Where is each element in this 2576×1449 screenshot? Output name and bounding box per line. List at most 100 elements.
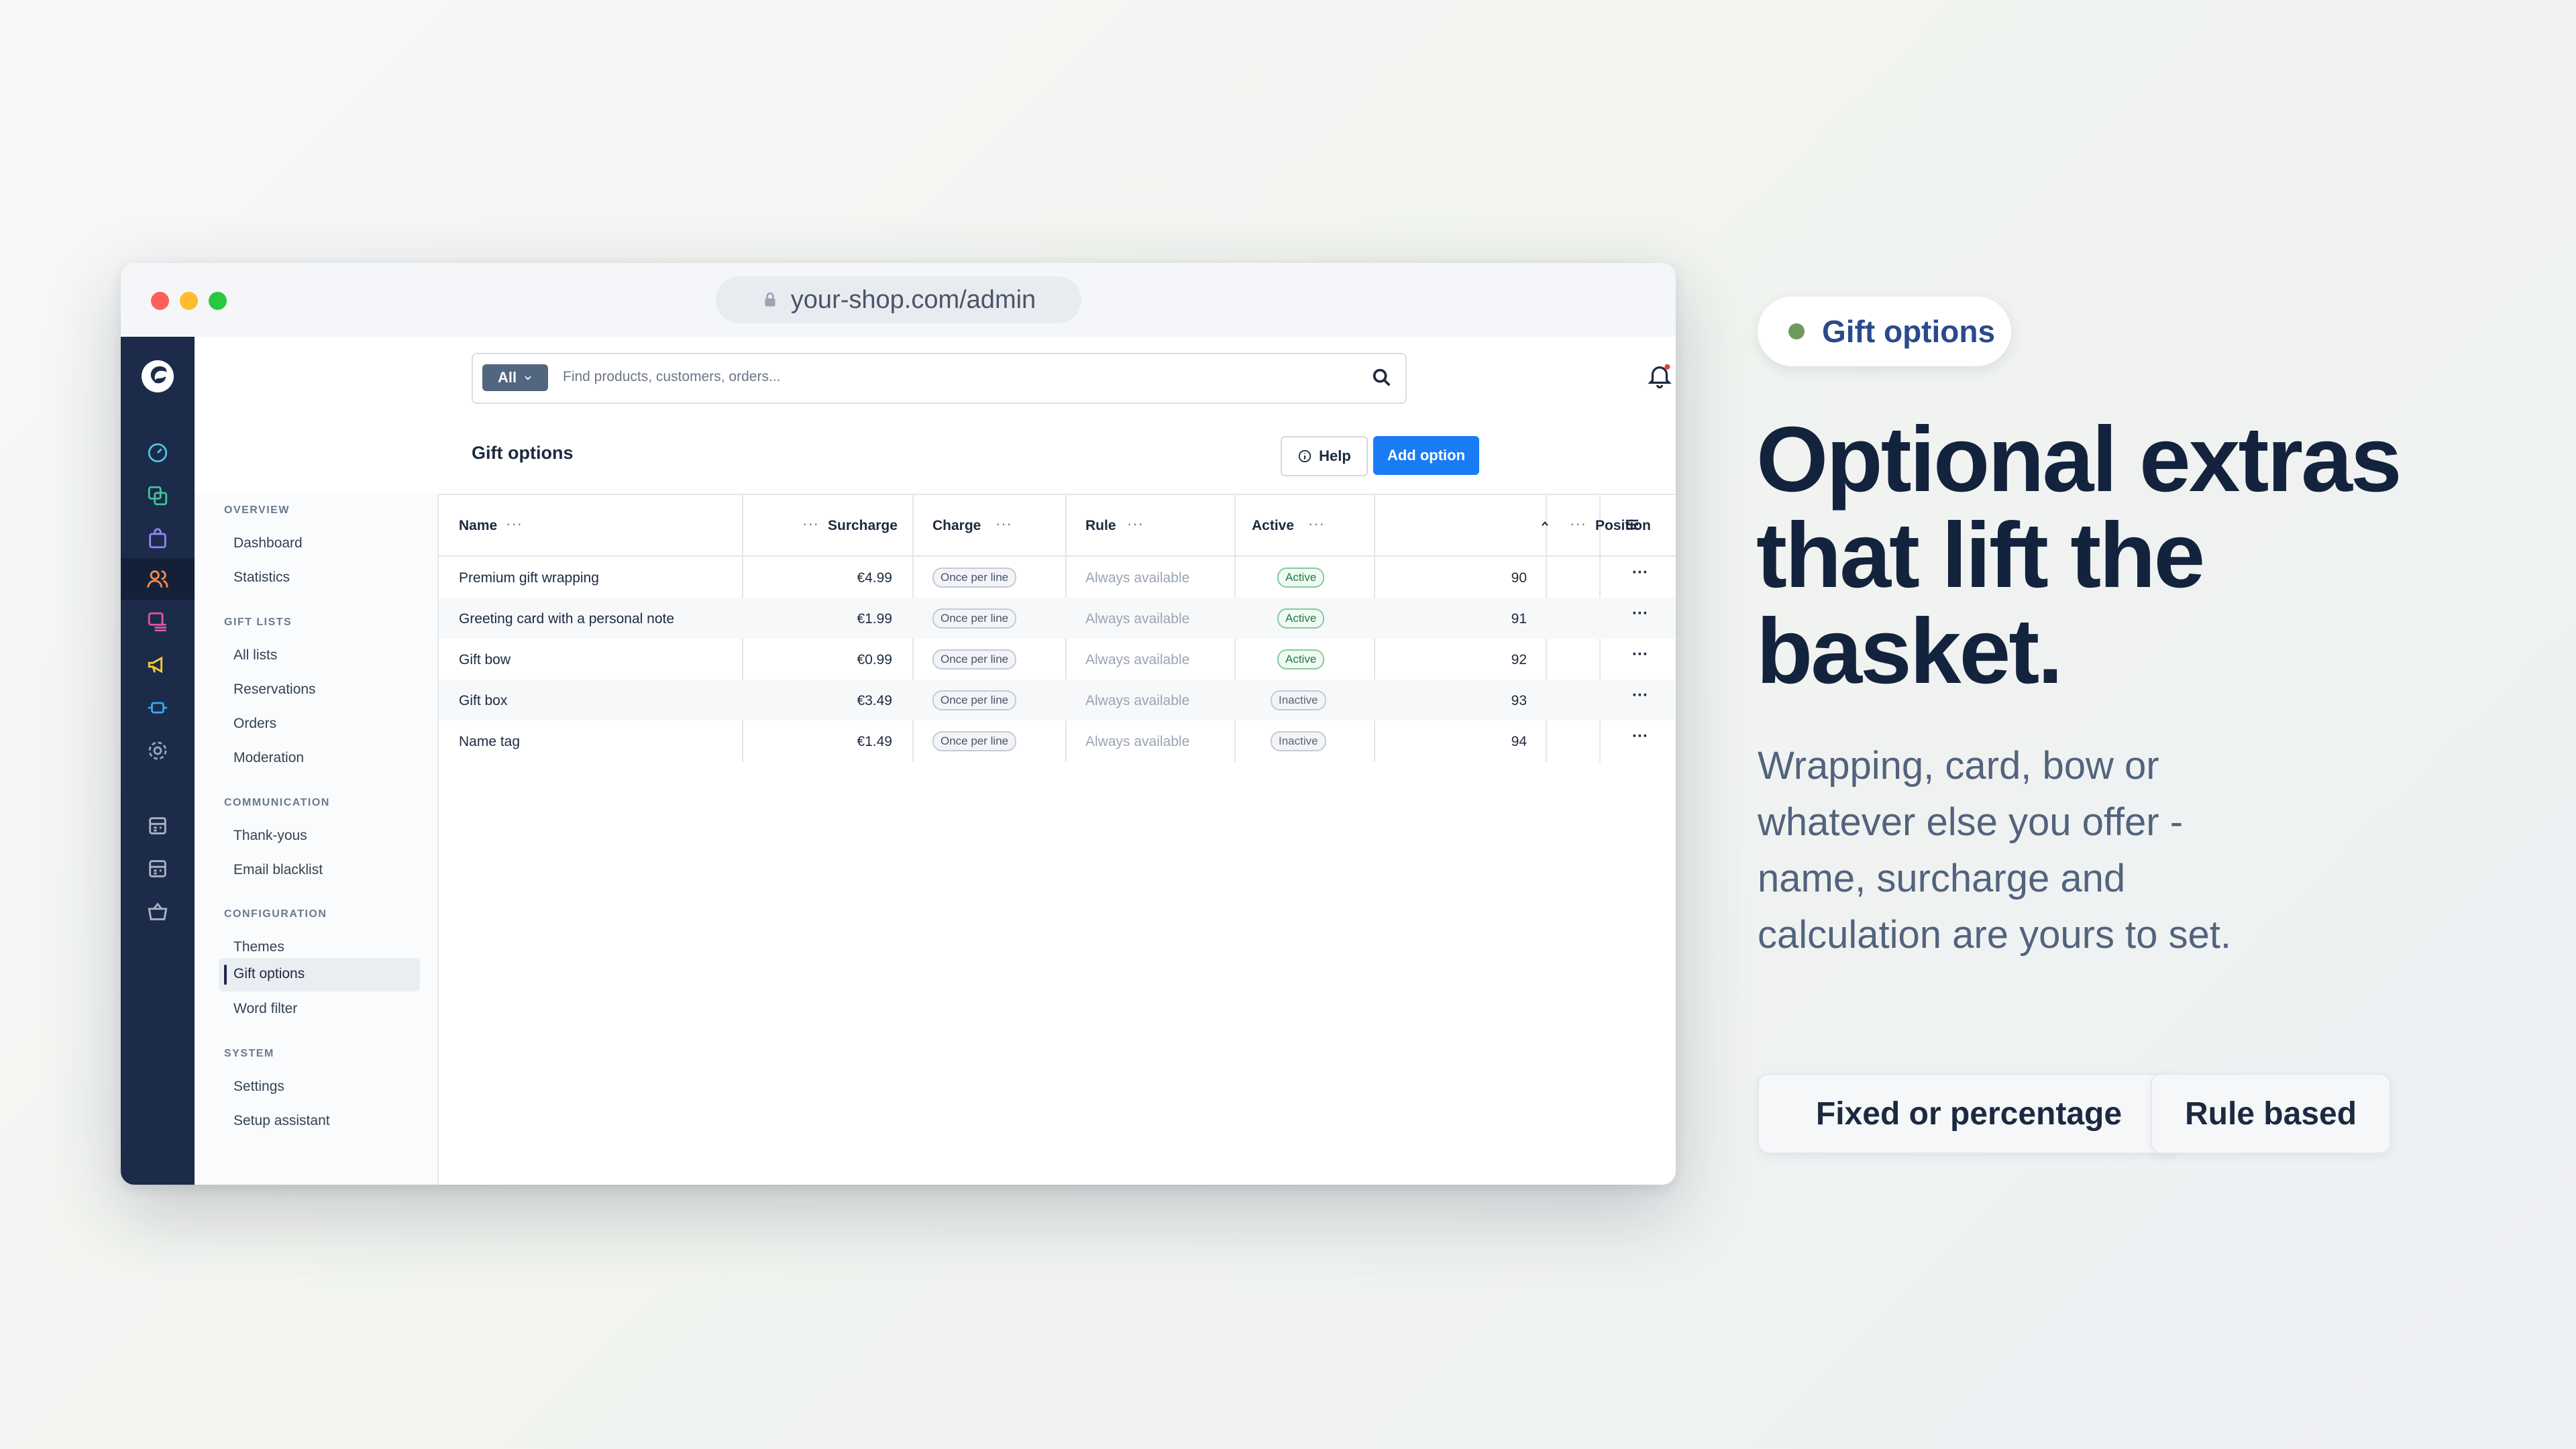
option-name[interactable]: Gift box bbox=[459, 693, 507, 709]
search-scope-select[interactable]: All bbox=[482, 364, 548, 391]
subnav-item-statistics[interactable]: Statistics bbox=[233, 570, 290, 586]
charge-badge: Once per line bbox=[932, 690, 1017, 710]
row-actions-icon[interactable]: ··· bbox=[1632, 564, 1648, 582]
subnav-item-gift-options[interactable]: Gift options bbox=[233, 966, 305, 982]
column-settings-list-icon bbox=[1626, 519, 1638, 530]
column-header-surcharge[interactable]: Surcharge bbox=[828, 518, 898, 534]
lede-text: Wrapping, card, bow or whatever else you… bbox=[1758, 744, 2232, 957]
headline-line: Optional extras bbox=[1756, 408, 2402, 511]
address-bar[interactable]: your-shop.com/admin bbox=[716, 276, 1081, 323]
sales-channel-store-icon[interactable] bbox=[146, 814, 169, 837]
row-actions-icon[interactable]: ··· bbox=[1632, 604, 1648, 623]
table-row[interactable]: Gift box €3.49 Once per line Always avai… bbox=[439, 680, 1676, 720]
column-menu-icon[interactable]: ··· bbox=[1127, 515, 1144, 533]
subnav-item-all-lists[interactable]: All lists bbox=[233, 647, 277, 663]
subnav-section-title: OVERVIEW bbox=[224, 504, 290, 516]
option-surcharge: €3.49 bbox=[857, 693, 892, 708]
subnav-section-title: GIFT LISTS bbox=[224, 616, 292, 628]
dashboard-gauge-icon[interactable] bbox=[146, 441, 169, 464]
subnav-active-indicator bbox=[224, 965, 227, 985]
sales-channel-store-icon-2[interactable] bbox=[146, 857, 169, 880]
row-actions-icon[interactable]: ··· bbox=[1632, 727, 1648, 746]
badge-dot bbox=[1788, 323, 1805, 339]
column-menu-icon[interactable]: ··· bbox=[996, 515, 1012, 533]
table-row[interactable]: Greeting card with a personal note €1.99… bbox=[439, 598, 1676, 639]
gift-options-table: Name ··· ··· Surcharge Charge ··· Rule ·… bbox=[439, 494, 1676, 1185]
sort-ascending-icon[interactable] bbox=[1540, 519, 1550, 529]
global-search: All bbox=[472, 353, 1407, 404]
orders-bag-icon[interactable] bbox=[146, 527, 169, 550]
feature-badge: Gift options bbox=[1758, 297, 2011, 366]
subnav-item-word-filter[interactable]: Word filter bbox=[233, 1001, 297, 1017]
subnav-section-title: SYSTEM bbox=[224, 1048, 274, 1059]
column-menu-icon[interactable]: ··· bbox=[506, 515, 523, 533]
main-nav-rail bbox=[121, 337, 195, 1185]
option-surcharge: €1.49 bbox=[857, 734, 892, 749]
option-position: 90 bbox=[1511, 570, 1527, 586]
status-badge: Active bbox=[1277, 649, 1325, 669]
option-name[interactable]: Premium gift wrapping bbox=[459, 570, 599, 586]
add-option-button[interactable]: Add option bbox=[1373, 436, 1479, 475]
notification-bell-icon[interactable] bbox=[1646, 362, 1674, 390]
subnav-item-orders[interactable]: Orders bbox=[233, 716, 276, 732]
column-header-position[interactable]: Position bbox=[1595, 518, 1651, 534]
subnav-item-thank-yous[interactable]: Thank-yous bbox=[233, 828, 307, 844]
settings-gear-icon[interactable] bbox=[146, 739, 169, 762]
lock-icon bbox=[765, 292, 775, 307]
search-input[interactable] bbox=[563, 369, 1334, 385]
charge-badge: Once per line bbox=[932, 608, 1017, 629]
subnav-item-dashboard[interactable]: Dashboard bbox=[233, 535, 303, 551]
customers-users-icon[interactable] bbox=[146, 568, 169, 590]
row-actions-icon[interactable]: ··· bbox=[1632, 686, 1648, 705]
table-row[interactable]: Name tag €1.49 Once per line Always avai… bbox=[439, 720, 1676, 761]
column-menu-icon[interactable]: ··· bbox=[802, 515, 819, 533]
extensions-plug-icon[interactable] bbox=[146, 696, 169, 719]
rule-text: Always available bbox=[1085, 652, 1190, 667]
column-menu-icon[interactable]: ··· bbox=[1570, 515, 1587, 533]
option-name[interactable]: Gift bow bbox=[459, 652, 511, 668]
column-header-rule[interactable]: Rule bbox=[1085, 518, 1116, 534]
option-position: 94 bbox=[1511, 734, 1527, 749]
shop-logo-icon[interactable] bbox=[140, 358, 176, 394]
subnav-item-setup-assistant[interactable]: Setup assistant bbox=[233, 1113, 330, 1129]
headline-line: basket. bbox=[1756, 600, 2063, 703]
subnav-item-moderation[interactable]: Moderation bbox=[233, 750, 304, 766]
option-position: 91 bbox=[1511, 611, 1527, 627]
admin-topbar: All bbox=[195, 337, 1676, 416]
subnav-item-email-blacklist[interactable]: Email blacklist bbox=[233, 862, 323, 878]
maximize-window-button[interactable] bbox=[209, 292, 227, 310]
content-list-icon[interactable] bbox=[146, 610, 169, 633]
help-button[interactable]: Help bbox=[1281, 436, 1368, 476]
minimize-window-button[interactable] bbox=[180, 292, 198, 310]
help-button-label: Help bbox=[1319, 447, 1351, 464]
sales-channel-basket-icon[interactable] bbox=[146, 900, 169, 923]
headline-line: that lift the bbox=[1756, 504, 2205, 607]
option-position: 93 bbox=[1511, 693, 1527, 708]
close-window-button[interactable] bbox=[151, 292, 169, 310]
column-header-name[interactable]: Name bbox=[459, 518, 497, 534]
rule-text: Always available bbox=[1085, 611, 1190, 627]
subnav-item-reservations[interactable]: Reservations bbox=[233, 682, 316, 698]
column-header-charge[interactable]: Charge bbox=[932, 518, 981, 534]
browser-window: your-shop.com/admin All Find products, c… bbox=[121, 263, 1676, 1185]
table-row[interactable]: Gift bow €0.99 Once per line Always avai… bbox=[439, 639, 1676, 680]
subnav-item-themes[interactable]: Themes bbox=[233, 939, 284, 955]
search-icon[interactable] bbox=[1371, 366, 1393, 389]
column-menu-icon[interactable]: ··· bbox=[1308, 515, 1325, 533]
column-header-active[interactable]: Active bbox=[1252, 518, 1294, 534]
table-row[interactable]: Premium gift wrapping €4.99 Once per lin… bbox=[439, 557, 1676, 598]
catalog-copy-icon[interactable] bbox=[146, 484, 169, 507]
page-header: Gift options Help Add option bbox=[195, 415, 1676, 495]
status-badge: Active bbox=[1277, 608, 1325, 629]
row-actions-icon[interactable]: ··· bbox=[1632, 645, 1648, 664]
browser-titlebar: your-shop.com/admin bbox=[121, 263, 1676, 338]
marketing-megaphone-icon[interactable] bbox=[146, 653, 169, 676]
option-name[interactable]: Name tag bbox=[459, 734, 520, 750]
chevron-down-icon bbox=[525, 376, 531, 380]
subnav-item-settings[interactable]: Settings bbox=[233, 1079, 284, 1095]
headline: Optional extras that lift the basket. bbox=[1756, 412, 2494, 700]
rule-text: Always available bbox=[1085, 734, 1190, 749]
option-name[interactable]: Greeting card with a personal note bbox=[459, 611, 674, 627]
status-badge: Inactive bbox=[1271, 731, 1326, 751]
option-surcharge: €4.99 bbox=[857, 570, 892, 586]
